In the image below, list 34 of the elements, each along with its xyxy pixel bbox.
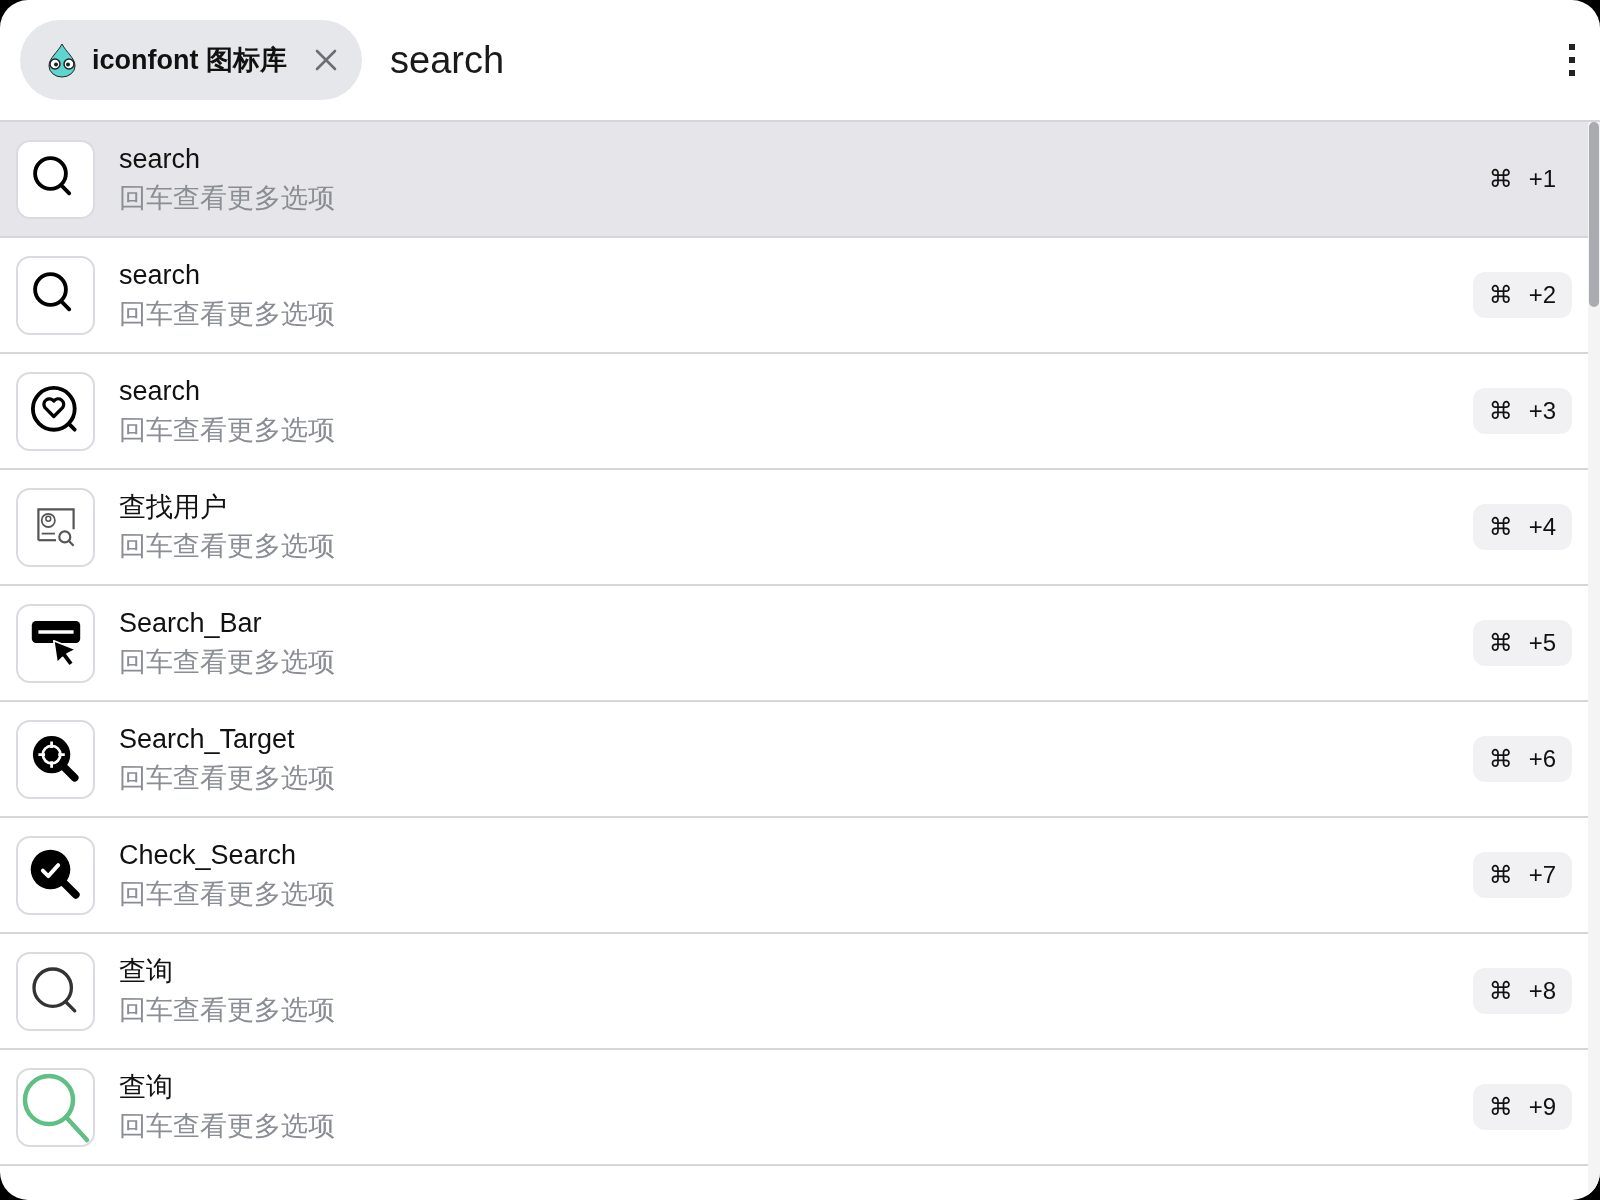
result-title: search: [119, 375, 202, 408]
result-subtitle: 回车查看更多选项: [119, 529, 336, 563]
result-title: search: [119, 259, 202, 292]
result-title: 查询: [119, 955, 174, 988]
result-title: Search_Bar: [119, 607, 263, 640]
shortcut-hint: ⌘ +9: [1472, 1084, 1572, 1130]
search-field[interactable]: search: [390, 31, 1568, 89]
shortcut-hint: ⌘ +5: [1472, 620, 1572, 666]
result-subtitle: 回车查看更多选项: [119, 297, 336, 331]
result-title: Search_Target: [119, 723, 296, 756]
source-chip[interactable]: iconfont 图标库: [20, 20, 362, 100]
result-subtitle: 回车查看更多选项: [119, 645, 336, 679]
shortcut-hint: ⌘ +7: [1472, 852, 1572, 898]
shortcut-hint: ⌘ +6: [1472, 736, 1572, 782]
result-subtitle: 回车查看更多选项: [119, 761, 336, 795]
result-subtitle: 回车查看更多选项: [119, 877, 336, 911]
shortcut-hint: ⌘ +2: [1472, 272, 1572, 318]
result-subtitle: 回车查看更多选项: [119, 181, 336, 215]
scrollbar-thumb[interactable]: [1589, 122, 1599, 307]
result-item[interactable]: search 回车查看更多选项 ⌘ +1: [0, 122, 1588, 238]
shortcut-hint: ⌘ +1: [1487, 164, 1557, 195]
source-label: iconfont 图标库: [92, 43, 287, 77]
shortcut-hint: ⌘ +8: [1472, 968, 1572, 1014]
shortcut-hint: ⌘ +4: [1472, 504, 1572, 550]
result-title: 查找用户: [119, 491, 228, 524]
result-title: search: [119, 143, 202, 176]
result-subtitle: 回车查看更多选项: [119, 993, 336, 1027]
more-menu-icon[interactable]: [1568, 43, 1576, 77]
result-title: 查询: [119, 1071, 174, 1104]
result-subtitle: 回车查看更多选项: [119, 413, 336, 447]
shortcut-hint: ⌘ +3: [1472, 388, 1572, 434]
result-title: Check_Search: [119, 839, 298, 872]
close-icon[interactable]: [314, 48, 338, 72]
result-subtitle: 回车查看更多选项: [119, 1109, 336, 1143]
